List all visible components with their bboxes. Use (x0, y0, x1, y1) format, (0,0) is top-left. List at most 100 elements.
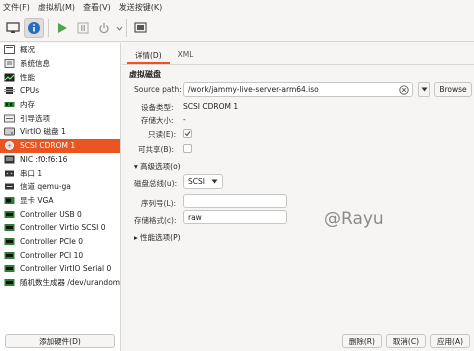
cancel-button[interactable]: 取消(C) (385, 334, 427, 348)
section-title: 虚拟磁盘 (129, 70, 161, 79)
shutdown-menu-button[interactable] (115, 18, 123, 38)
sidebar-item-controller-pci[interactable]: Controller PCI 10 (0, 248, 120, 262)
sidebar-item-label: 系统信息 (20, 59, 50, 69)
sysinfo-icon (4, 59, 15, 69)
sidebar-item-boot[interactable]: 引导选项 (0, 111, 120, 125)
cdrom-icon (4, 141, 15, 151)
action-buttons: 删除(R) 取消(C) 应用(A) (338, 334, 470, 348)
power-icon (99, 23, 109, 34)
shutdown-button[interactable] (94, 18, 114, 38)
source-path-input[interactable]: /work/jammy-live-server-arm64.iso (183, 82, 413, 97)
sidebar-item-rng[interactable]: 随机数生成器 /dev/urandom (0, 276, 120, 290)
sidebar-item-label: 信道 qemu-ga (20, 182, 71, 192)
boot-icon (4, 114, 15, 123)
memory-icon (4, 100, 15, 109)
video-icon (4, 196, 15, 205)
storage-format-label: 存储格式(c): (134, 216, 177, 225)
disk-bus-label: 磁盘总线(u): (134, 179, 178, 188)
storage-format-input[interactable]: raw (183, 210, 287, 224)
watermark: @Rayu (324, 209, 384, 229)
sidebar-item-label: CPUs (20, 86, 40, 96)
sidebar-item-label: Controller PCIe 0 (20, 236, 84, 246)
sidebar-item-nic[interactable]: NIC :f0:f6:16 (0, 153, 120, 167)
controller-icon (4, 223, 15, 232)
sidebar-item-video[interactable]: 显卡 VGA (0, 194, 120, 208)
performance-icon (4, 73, 15, 82)
add-hardware-button[interactable]: 添加硬件(D) (5, 334, 115, 348)
tab-xml[interactable]: XML (170, 46, 202, 64)
chevron-down-icon (211, 179, 218, 184)
chevron-down-icon (421, 87, 427, 92)
tab-details[interactable]: 详情(D) (127, 46, 170, 64)
screenshot-button[interactable] (130, 18, 150, 38)
browse-button[interactable]: Browse (434, 82, 472, 97)
storage-size-label: 存储大小: (141, 116, 174, 125)
controller-icon (4, 264, 15, 273)
hardware-list: 概况 系统信息 性能 CPUs 内存 引导选项 VirtIO 磁盘 1 SCSI… (0, 43, 121, 351)
sidebar-item-controller-pcie[interactable]: Controller PCIe 0 (0, 235, 120, 249)
sidebar-item-channel[interactable]: 信道 qemu-ga (0, 180, 120, 194)
menu-file[interactable]: 文件(F) (3, 2, 30, 13)
play-icon (58, 23, 67, 33)
remove-button[interactable]: 删除(R) (341, 334, 382, 348)
apply-button[interactable]: 应用(A) (430, 334, 470, 348)
sidebar-item-sysinfo[interactable]: 系统信息 (0, 57, 120, 71)
pause-button[interactable] (73, 18, 93, 38)
tab-bar: 详情(D) XML (127, 46, 201, 64)
sidebar-item-label: 内存 (20, 100, 35, 110)
sidebar-item-label: Controller PCI 10 (20, 250, 84, 260)
device-type-label: 设备类型: (141, 103, 174, 112)
display-button[interactable] (3, 18, 23, 38)
disk-bus-select[interactable]: SCSI (183, 174, 223, 189)
source-path-value: /work/jammy-live-server-arm64.iso (188, 85, 319, 94)
advanced-options-title: 高级选项(o) (140, 162, 181, 171)
tab-divider (122, 64, 474, 65)
sidebar-item-virtio-disk[interactable]: VirtIO 磁盘 1 (0, 125, 120, 139)
sidebar-item-serial[interactable]: 串口 1 (0, 166, 120, 180)
sidebar-item-memory[interactable]: 内存 (0, 98, 120, 112)
menu-vm[interactable]: 虚拟机(M) (38, 2, 75, 13)
sidebar-item-label: 随机数生成器 /dev/urandom (20, 278, 121, 288)
performance-options-expander[interactable]: ▸ 性能选项(P) (134, 232, 181, 243)
details-button[interactable] (24, 18, 44, 38)
sidebar-item-controller-usb[interactable]: Controller USB 0 (0, 207, 120, 221)
sidebar-item-controller-virtio-scsi[interactable]: Controller Virtio SCSI 0 (0, 221, 120, 235)
sidebar-item-overview[interactable]: 概况 (0, 43, 120, 57)
controller-icon (4, 251, 15, 260)
source-history-dropdown[interactable] (418, 82, 430, 97)
readonly-checkbox[interactable] (183, 129, 192, 138)
menubar: 文件(F) 虚拟机(M) 查看(V) 发送按键(K) (0, 0, 474, 15)
sidebar-item-label: 显卡 VGA (20, 195, 54, 205)
disk-icon (4, 127, 15, 136)
overview-icon (4, 45, 15, 55)
rng-icon (4, 278, 15, 287)
controller-icon (4, 210, 15, 219)
serial-input[interactable] (183, 194, 287, 208)
shareable-checkbox[interactable] (183, 144, 192, 153)
sidebar-item-label: Controller VirtIO Serial 0 (20, 264, 112, 274)
run-button[interactable] (52, 18, 72, 38)
toolbar (0, 15, 474, 42)
readonly-label: 只读(E): (148, 130, 177, 139)
sidebar-item-cpus[interactable]: CPUs (0, 84, 120, 98)
clear-icon[interactable] (399, 85, 409, 97)
sidebar-item-label: 概况 (20, 45, 35, 55)
checkmark-icon (184, 131, 191, 137)
disk-bus-value: SCSI (188, 177, 205, 186)
advanced-options-expander[interactable]: ▾ 高级选项(o) (134, 161, 181, 172)
menu-send-key[interactable]: 发送按键(K) (119, 2, 163, 13)
menu-view[interactable]: 查看(V) (83, 2, 111, 13)
sidebar-item-label: VirtIO 磁盘 1 (20, 127, 66, 137)
pause-icon (77, 22, 89, 34)
sidebar-item-label: Controller Virtio SCSI 0 (20, 223, 106, 233)
toolbar-separator (126, 19, 127, 37)
sidebar-item-controller-virtio-serial[interactable]: Controller VirtIO Serial 0 (0, 262, 120, 276)
sidebar-item-label: SCSI CDROM 1 (20, 141, 76, 151)
sidebar-item-label: 串口 1 (20, 168, 43, 178)
sidebar-item-label: Controller USB 0 (20, 209, 82, 219)
sidebar-item-performance[interactable]: 性能 (0, 70, 120, 84)
sidebar-item-scsi-cdrom[interactable]: SCSI CDROM 1 (0, 138, 120, 153)
sidebar-item-label: 性能 (20, 72, 35, 82)
sidebar-item-label: NIC :f0:f6:16 (20, 154, 68, 164)
serial-label: 序列号(L): (141, 199, 177, 208)
